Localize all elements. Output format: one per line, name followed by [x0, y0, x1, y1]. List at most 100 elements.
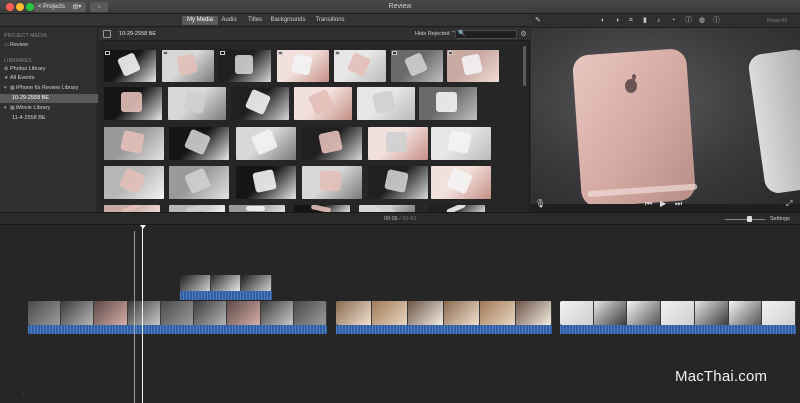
timeline-options-icon[interactable]: ⁝ — [23, 390, 25, 397]
previous-icon[interactable]: ⏮ — [645, 196, 652, 212]
media-clip-thumbnail[interactable] — [219, 50, 271, 82]
timeline-frame — [627, 301, 661, 325]
color-balance-icon[interactable]: ◐ — [601, 16, 605, 26]
sidebar-item-event-10-29[interactable]: 10-29-2558 BE — [0, 94, 98, 103]
timeline-frame — [593, 301, 627, 325]
tab-backgrounds[interactable]: Backgrounds — [268, 16, 308, 25]
magic-wand-icon[interactable]: ✎ — [535, 16, 541, 26]
video-badge-icon — [392, 51, 397, 55]
video-badge-icon — [105, 51, 110, 55]
total-duration: / 00:43 — [399, 216, 417, 222]
media-clip-thumbnail[interactable] — [419, 87, 477, 120]
media-clip-thumbnail[interactable] — [236, 166, 296, 199]
sidebar-item-event-11-4[interactable]: 11-4-2558 BE — [0, 114, 98, 123]
sidebar-item-imovie-library[interactable]: ▾ ▦iMovie Library — [0, 104, 98, 113]
filter-dropdown[interactable]: Hide Rejected ⌃ — [415, 28, 456, 41]
media-clip-thumbnail[interactable] — [302, 127, 362, 160]
media-clip-thumbnail[interactable] — [431, 127, 491, 160]
event-date-label: 10-29-2558 BE — [119, 31, 156, 37]
phone-shape — [403, 51, 428, 77]
media-clip-thumbnail[interactable] — [236, 127, 296, 160]
phone-shape — [372, 90, 397, 114]
viewer: ✎ ◐ ◑ ⌗ ▮ ♪ ◔ ⓘ ◍ ⓘ Reset All 🎙 ⏮ ▶ ⏭ ⤢ — [531, 14, 800, 212]
playback-controls: 🎙 ⏮ ▶ ⏭ ⤢ — [531, 196, 800, 212]
video-badge-icon — [278, 51, 283, 55]
timeline-frame — [160, 301, 194, 325]
timeline-frame — [480, 301, 515, 325]
tab-titles[interactable]: Titles — [244, 16, 266, 25]
sidebar-item-iphone-library[interactable]: ▾ ▦iPhone 6s Review Library — [0, 84, 98, 93]
storyline-audio-1[interactable] — [28, 325, 327, 334]
media-clip-thumbnail[interactable] — [104, 127, 164, 160]
connected-clip-audio[interactable] — [180, 291, 272, 300]
playhead[interactable] — [142, 227, 143, 403]
phone-shape — [447, 129, 472, 154]
timeline-frame — [661, 301, 694, 325]
sidebar-item-all-events[interactable]: ★ All Events — [0, 74, 98, 83]
media-clip-thumbnail[interactable] — [162, 50, 214, 82]
play-icon[interactable]: ▶ — [660, 196, 666, 212]
media-clip-thumbnail[interactable] — [391, 50, 443, 82]
media-clip-thumbnail[interactable] — [277, 50, 329, 82]
media-clip-thumbnail[interactable] — [368, 166, 428, 199]
media-clip-thumbnail[interactable] — [231, 87, 289, 120]
timeline-frame — [293, 301, 326, 325]
timeline-frame — [372, 301, 407, 325]
watermark: MacThai.com — [675, 368, 768, 385]
tab-my-media[interactable]: My Media — [182, 16, 218, 25]
reset-all-button[interactable]: Reset All — [767, 14, 787, 28]
phone-shape — [320, 170, 341, 191]
media-clip-thumbnail[interactable] — [104, 50, 156, 82]
timeline-frame — [336, 301, 371, 325]
noise-reduction-icon[interactable]: ⓘ — [685, 16, 692, 26]
search-input[interactable]: 🔍 — [455, 30, 517, 39]
color-correction-icon[interactable]: ◑ — [615, 16, 619, 26]
phone-shape — [118, 167, 147, 195]
media-clip-thumbnail[interactable] — [302, 166, 362, 199]
media-clip-thumbnail[interactable] — [357, 87, 415, 120]
browser-scrollbar[interactable] — [523, 46, 526, 86]
playhead-handle[interactable] — [140, 225, 146, 229]
storyline-clip-3[interactable] — [560, 301, 796, 325]
media-clip-thumbnail[interactable] — [431, 166, 491, 199]
timeline-frame — [408, 301, 443, 325]
tab-audio[interactable]: Audio — [218, 16, 240, 25]
project-media-header: PROJECT MEDIA — [4, 33, 48, 39]
sidebar-item-photos-library[interactable]: ✿ Photos Library — [0, 65, 98, 74]
zoom-slider-track[interactable] — [725, 219, 765, 220]
filter-icon[interactable]: ◍ — [699, 16, 705, 26]
stabilization-icon[interactable]: ▮ — [643, 16, 647, 26]
adjust-toolbar: ✎ ◐ ◑ ⌗ ▮ ♪ ◔ ⓘ ◍ ⓘ Reset All — [531, 14, 800, 28]
media-clip-thumbnail[interactable] — [169, 127, 229, 160]
crop-icon[interactable]: ⌗ — [629, 16, 633, 26]
media-clip-thumbnail[interactable] — [104, 166, 164, 199]
timeline-frame — [28, 301, 61, 325]
phone-shape — [308, 88, 335, 116]
sidebar-item-review[interactable]: ▭Review — [0, 41, 98, 50]
storyline-clip-1[interactable] — [28, 301, 327, 325]
volume-icon[interactable]: ♪ — [657, 16, 661, 26]
media-clip-thumbnail[interactable] — [334, 50, 386, 82]
media-clip-thumbnail[interactable] — [168, 87, 226, 120]
media-clip-thumbnail[interactable] — [169, 166, 229, 199]
iphone-preview-graphic — [572, 49, 800, 204]
gear-icon[interactable]: ⚙ — [519, 30, 528, 39]
info-icon[interactable]: ⓘ — [713, 16, 720, 26]
microphone-icon[interactable]: 🎙 — [535, 196, 545, 212]
media-clip-thumbnail[interactable] — [447, 50, 499, 82]
zoom-slider-knob[interactable] — [747, 216, 752, 222]
speed-icon[interactable]: ◔ — [671, 16, 675, 26]
sidebar-toggle-icon[interactable] — [103, 30, 111, 38]
fullscreen-icon[interactable]: ⤢ — [786, 196, 792, 212]
storyline-audio-3[interactable] — [560, 325, 796, 334]
next-icon[interactable]: ⏭ — [675, 196, 682, 212]
media-clip-thumbnail[interactable] — [368, 127, 428, 160]
connected-clip[interactable] — [180, 275, 272, 291]
tab-transitions[interactable]: Transitions — [312, 16, 348, 25]
media-clip-thumbnail[interactable] — [104, 87, 162, 120]
phone-shape — [120, 129, 145, 154]
storyline-clip-2[interactable] — [336, 301, 552, 325]
storyline-audio-2[interactable] — [336, 325, 552, 334]
media-clip-thumbnail[interactable] — [294, 87, 352, 120]
timeline-frame — [241, 275, 271, 291]
